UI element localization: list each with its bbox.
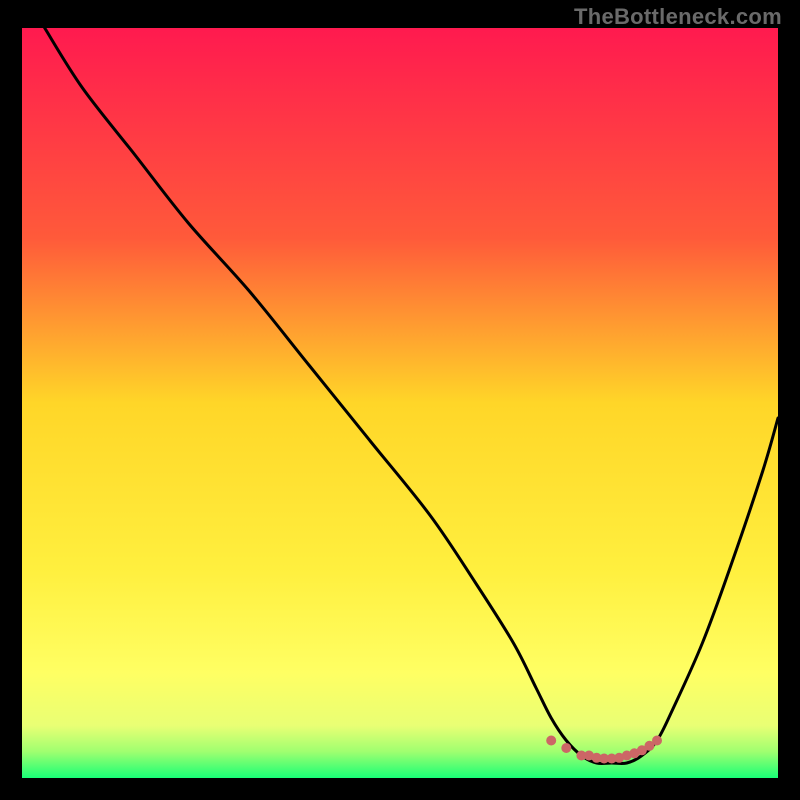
- marker-dot: [546, 736, 556, 746]
- chart-container: TheBottleneck.com: [0, 0, 800, 800]
- gradient-background: [22, 28, 778, 778]
- chart-svg: [22, 28, 778, 778]
- marker-dot: [561, 743, 571, 753]
- plot-area: [22, 28, 778, 778]
- watermark-text: TheBottleneck.com: [574, 4, 782, 30]
- marker-dot: [652, 736, 662, 746]
